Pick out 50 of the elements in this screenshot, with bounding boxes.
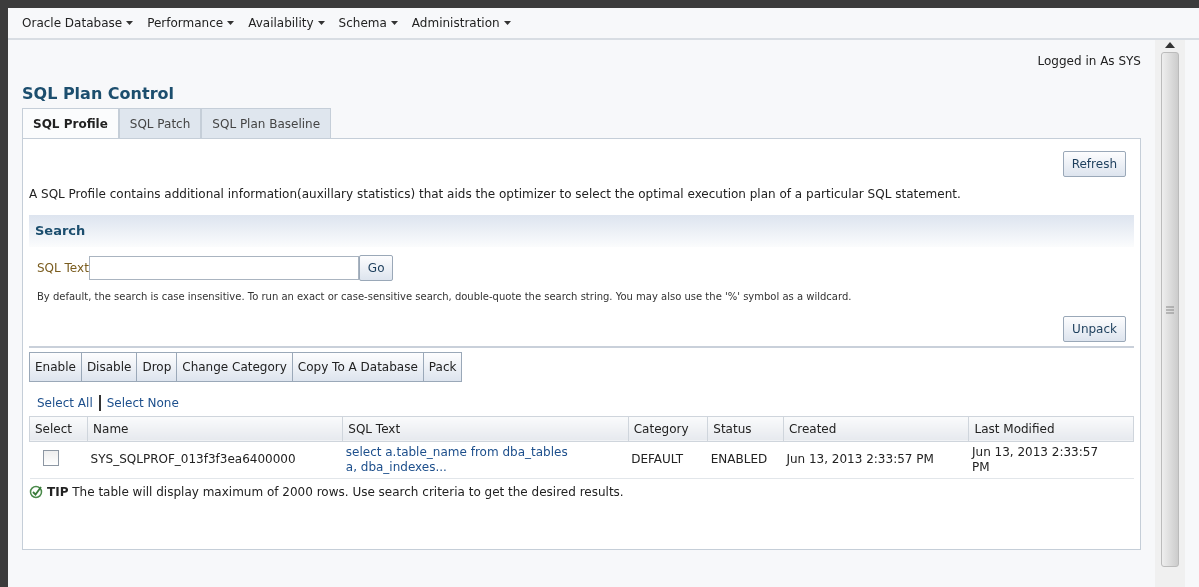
column-header: Last Modified: [969, 416, 1134, 441]
description-text: A SQL Profile contains additional information(auxillary statistics) that aids the optimizer to select the optimal execution plan of a particular SQL statement.: [29, 186, 962, 203]
menu-item[interactable]: Oracle Database: [22, 14, 123, 32]
toolbar-button[interactable]: Copy To A Database: [292, 351, 424, 382]
toolbar-button[interactable]: Enable: [29, 351, 82, 382]
unpack-button[interactable]: Unpack: [1063, 315, 1126, 342]
menu-item[interactable]: Administration: [411, 14, 500, 32]
tab[interactable]: SQL Patch: [118, 108, 202, 139]
search-hint: By default, the search is case insensitive. To run an exact or case-sensitive search, double-quote the search string. You may also use the '%' symbol as a wildcard.: [37, 289, 853, 304]
tab[interactable]: SQL Plan Baseline: [201, 108, 332, 139]
toolbar-button[interactable]: Pack: [423, 351, 463, 382]
toolbar-button[interactable]: Change Category: [177, 351, 293, 382]
search-header: Search: [29, 215, 1134, 247]
toolbar-button[interactable]: Disable: [81, 351, 138, 382]
menu-item[interactable]: Performance: [147, 14, 224, 32]
sql-text-field[interactable]: [88, 255, 359, 280]
caret-icon[interactable]: [227, 21, 235, 25]
caret-icon[interactable]: [503, 21, 511, 25]
scroll-up-icon[interactable]: [1165, 42, 1175, 48]
table-cell: ENABLED: [710, 452, 768, 467]
column-header: Status: [707, 416, 784, 441]
table-cell: DEFAULT: [631, 452, 684, 467]
caret-icon[interactable]: [390, 21, 398, 25]
column-header: Name: [87, 416, 343, 441]
scroll-thumb[interactable]: [1161, 52, 1179, 567]
column-header: Select: [29, 416, 88, 441]
sql-text-link[interactable]: select a.table_name from dba_tables a, dba_indexes...: [345, 444, 576, 475]
caret-icon[interactable]: [126, 21, 134, 25]
login-status: Logged in As SYS: [1037, 53, 1141, 70]
checkbox[interactable]: [42, 449, 59, 466]
column-header: SQL Text: [342, 416, 629, 441]
menu-item[interactable]: Availability: [248, 14, 314, 32]
refresh-button[interactable]: Refresh: [1062, 151, 1126, 177]
table-cell: Jun 13, 2013 2:33:57 PM: [786, 452, 934, 467]
check-icon: [29, 484, 43, 499]
field-label: SQL Text: [37, 259, 89, 277]
table-cell-text: Jun 13, 2013 2:33:57 PM: [972, 444, 1100, 475]
scrollbar[interactable]: [1155, 40, 1185, 587]
table-cell: SYS_SQLPROF_013f3f3ea6400000: [90, 452, 296, 467]
column-header: Category: [628, 416, 708, 441]
menu-item[interactable]: Schema: [338, 14, 387, 32]
select-link[interactable]: Select All: [37, 393, 93, 412]
column-header: Created: [783, 416, 969, 441]
caret-icon[interactable]: [317, 21, 325, 25]
toolbar-button[interactable]: Drop: [137, 351, 178, 382]
page-title: SQL Plan Control: [22, 83, 175, 105]
tip-text: TIP The table will display maximum of 2000 rows. Use search criteria to get the desired results.: [47, 483, 624, 501]
select-link[interactable]: Select None: [106, 393, 179, 412]
tab[interactable]: SQL Profile: [22, 108, 119, 139]
go-button[interactable]: Go: [358, 254, 394, 281]
